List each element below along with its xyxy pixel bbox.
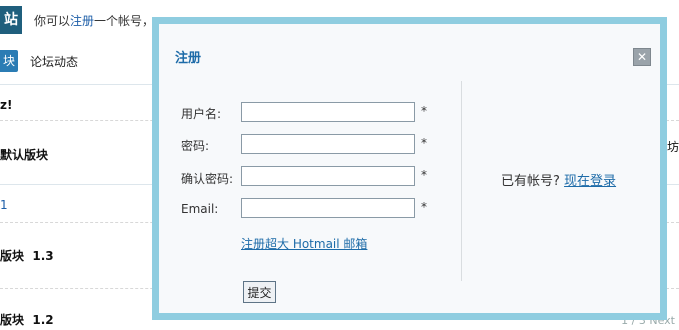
right-edge-text: 坊 — [666, 140, 679, 154]
top-register-link[interactable]: 注册 — [70, 14, 94, 28]
password-input[interactable] — [241, 134, 415, 154]
top-text-prefix: 你可以 — [34, 14, 71, 28]
confirm-password-input[interactable] — [241, 166, 415, 186]
close-icon[interactable]: ✕ — [633, 48, 651, 66]
board-row-2[interactable]: 版块 1.2 — [0, 311, 54, 328]
board-name: 版块 — [0, 313, 25, 327]
site-logo: 站 — [0, 6, 22, 34]
required-mark: * — [421, 200, 427, 214]
required-mark: * — [421, 104, 427, 118]
required-mark: * — [421, 168, 427, 182]
email-label: Email: — [181, 202, 219, 216]
row-link[interactable]: 1 — [0, 198, 8, 212]
have-account-text: 已有帐号? — [501, 174, 560, 189]
login-now-link[interactable]: 现在登录 — [564, 174, 616, 189]
confirm-password-label: 确认密码: — [181, 172, 234, 186]
register-dialog: 注册 ✕ 用户名: * 密码: * 确认密码: * Email: * 注册超大 … — [152, 17, 667, 320]
tab-boards[interactable]: 块 — [0, 50, 18, 72]
board-version: 1.2 — [32, 313, 54, 327]
username-label: 用户名: — [181, 107, 222, 121]
section-title: z! — [0, 98, 13, 112]
submit-button[interactable]: 提交 — [243, 281, 276, 303]
password-label: 密码: — [181, 139, 210, 153]
have-account-prompt: 已有帐号? 现在登录 — [501, 170, 616, 189]
category-default[interactable]: 默认版块 — [0, 146, 48, 163]
dialog-title: 注册 — [175, 51, 202, 66]
username-input[interactable] — [241, 102, 415, 122]
tab-forum-activity[interactable]: 论坛动态 — [30, 53, 78, 70]
board-name: 版块 — [0, 249, 25, 263]
top-text-suffix: 一个帐号， — [94, 14, 155, 28]
required-mark: * — [421, 136, 427, 150]
board-row-1[interactable]: 版块 1.3 — [0, 247, 54, 264]
hotmail-register-link[interactable]: 注册超大 Hotmail 邮箱 — [241, 235, 367, 252]
email-input[interactable] — [241, 198, 415, 218]
top-welcome-text: 你可以注册一个帐号， — [34, 12, 154, 29]
board-version: 1.3 — [32, 249, 54, 263]
vertical-divider — [461, 81, 462, 281]
